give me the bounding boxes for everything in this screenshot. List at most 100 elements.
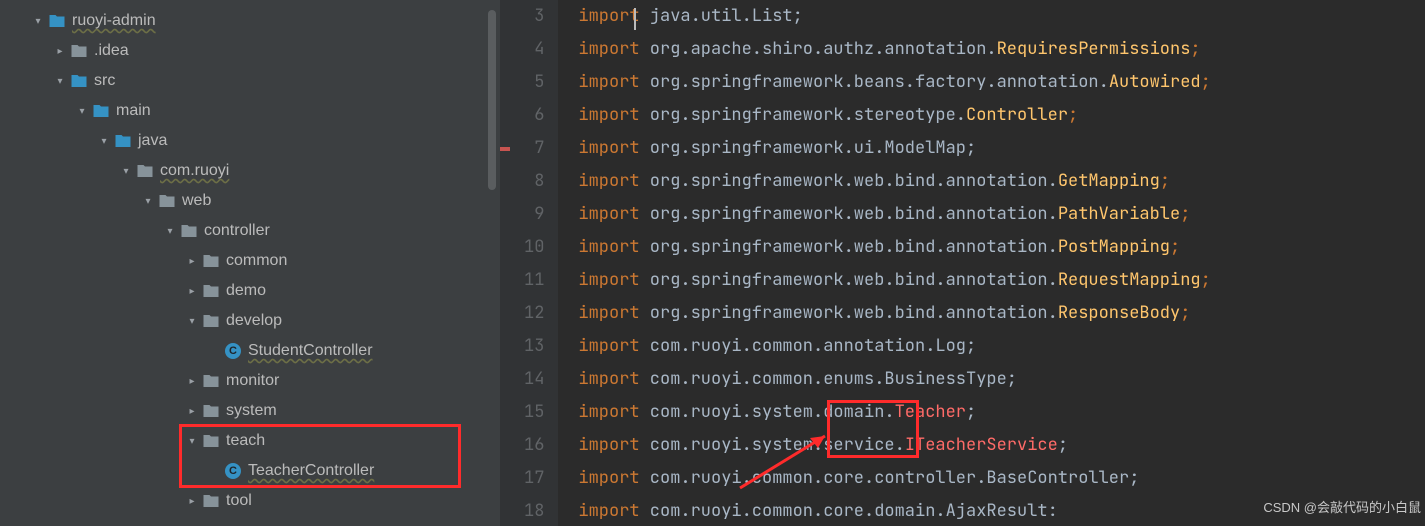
code-line[interactable]: import org.apache.shiro.authz.annotation… <box>578 33 1210 66</box>
code-line[interactable]: import org.springframework.web.bind.anno… <box>578 297 1210 330</box>
folder-icon <box>202 312 220 330</box>
tree-file[interactable]: CStudentController <box>0 336 500 366</box>
tree-folder[interactable]: ▸ demo <box>0 276 500 306</box>
tree-folder[interactable]: ▸ monitor <box>0 366 500 396</box>
code-line[interactable]: import org.springframework.web.bind.anno… <box>578 264 1210 297</box>
token: ; <box>1201 269 1211 291</box>
token: java.util.List; <box>640 5 803 27</box>
annotation-box <box>180 425 460 487</box>
token: org.springframework.web.bind.annotation. <box>640 269 1058 291</box>
line-number: 11 <box>524 264 544 297</box>
tree-folder[interactable]: ▸ tool <box>0 486 500 516</box>
code-line[interactable]: import com.ruoyi.common.core.controller.… <box>578 462 1210 495</box>
code-line[interactable]: import com.ruoyi.common.enums.BusinessTy… <box>578 363 1210 396</box>
chevron-right-icon[interactable]: ▸ <box>184 496 200 507</box>
token: com.ruoyi.common.core.controller.BaseCon… <box>640 467 1140 489</box>
tree-folder[interactable]: ▾src <box>0 66 500 96</box>
code-line[interactable]: import java.util.List; <box>578 0 1210 33</box>
tree-label: develop <box>226 312 282 330</box>
token: import <box>578 170 639 192</box>
token: com.ruoyi.common.core.domain.AjaxResult: <box>640 500 1058 522</box>
chevron-down-icon[interactable]: ▾ <box>184 316 200 327</box>
folder-icon <box>136 162 154 180</box>
line-number: 9 <box>524 198 544 231</box>
tree-folder[interactable]: ▾com.ruoyi <box>0 156 500 186</box>
code-content[interactable]: import java.util.List;import org.apache.… <box>558 0 1210 526</box>
token: com.ruoyi.system.domain. <box>640 401 895 423</box>
token: PostMapping <box>1058 236 1170 258</box>
token: ; <box>1068 104 1078 126</box>
tree-folder[interactable]: ▸ common <box>0 246 500 276</box>
code-line[interactable]: import org.springframework.stereotype.Co… <box>578 99 1210 132</box>
folder-icon <box>114 132 132 150</box>
tree-label: common <box>226 252 287 270</box>
token: ResponseBody <box>1058 302 1180 324</box>
code-line[interactable]: import org.springframework.web.bind.anno… <box>578 165 1210 198</box>
project-tree[interactable]: ▾ruoyi-admin▸.idea▾src▾main▾java▾com.ruo… <box>0 0 500 526</box>
token: import <box>578 203 639 225</box>
chevron-down-icon[interactable]: ▾ <box>118 166 134 177</box>
chevron-right-icon[interactable]: ▸ <box>184 406 200 417</box>
token: com.ruoyi.common.annotation.Log; <box>640 335 977 357</box>
line-number: 8 <box>524 165 544 198</box>
token: Autowired <box>1109 71 1201 93</box>
code-line[interactable]: import com.ruoyi.system.domain.Teacher; <box>578 396 1210 429</box>
line-number: 16 <box>524 429 544 462</box>
token: ; <box>1058 434 1068 456</box>
line-number: 4 <box>524 33 544 66</box>
tree-folder[interactable]: ▾java <box>0 126 500 156</box>
token: GetMapping <box>1058 170 1160 192</box>
tree-label: ruoyi-admin <box>72 12 156 30</box>
caret <box>634 8 636 30</box>
chevron-down-icon[interactable]: ▾ <box>162 226 178 237</box>
chevron-down-icon[interactable]: ▾ <box>30 16 46 27</box>
line-number: 6 <box>524 99 544 132</box>
token: RequestMapping <box>1058 269 1201 291</box>
token: import <box>578 401 639 423</box>
chevron-down-icon[interactable]: ▾ <box>140 196 156 207</box>
chevron-down-icon[interactable]: ▾ <box>96 136 112 147</box>
token: ; <box>966 401 976 423</box>
code-line[interactable]: import com.ruoyi.system.service.ITeacher… <box>578 429 1210 462</box>
tree-label: controller <box>204 222 270 240</box>
tree-folder[interactable]: ▾ ruoyi-admin <box>0 6 500 36</box>
chevron-right-icon[interactable]: ▸ <box>184 376 200 387</box>
code-line[interactable]: import org.springframework.ui.ModelMap; <box>578 132 1210 165</box>
code-line[interactable]: import org.springframework.web.bind.anno… <box>578 231 1210 264</box>
code-editor[interactable]: 3456789101112131415161718 import java.ut… <box>500 0 1425 526</box>
tree-label: demo <box>226 282 266 300</box>
folder-icon <box>158 192 176 210</box>
line-number: 12 <box>524 297 544 330</box>
token: import <box>578 236 639 258</box>
watermark: CSDN @会敲代码的小白鼠 <box>1263 491 1421 524</box>
chevron-right-icon[interactable]: ▸ <box>184 286 200 297</box>
token: org.apache.shiro.authz.annotation. <box>640 38 997 60</box>
token: import <box>578 5 639 27</box>
tree-label: web <box>182 192 211 210</box>
tree-folder[interactable]: ▸.idea <box>0 36 500 66</box>
token: import <box>578 302 639 324</box>
tree-label: monitor <box>226 372 279 390</box>
code-line[interactable]: import org.springframework.web.bind.anno… <box>578 198 1210 231</box>
folder-icon <box>48 12 66 30</box>
scrollbar[interactable] <box>488 10 496 190</box>
tree-folder[interactable]: ▾ develop <box>0 306 500 336</box>
tree-folder[interactable]: ▾ controller <box>0 216 500 246</box>
chevron-down-icon[interactable]: ▾ <box>52 76 68 87</box>
tree-label: tool <box>226 492 252 510</box>
code-line[interactable]: import org.springframework.beans.factory… <box>578 66 1210 99</box>
token: RequiresPermissions <box>997 38 1191 60</box>
chevron-right-icon[interactable]: ▸ <box>52 46 68 57</box>
token: import <box>578 137 639 159</box>
tree-folder[interactable]: ▾ main <box>0 96 500 126</box>
tree-label: StudentController <box>248 342 373 360</box>
code-line[interactable]: import com.ruoyi.common.core.domain.Ajax… <box>578 495 1210 526</box>
tree-folder[interactable]: ▾ web <box>0 186 500 216</box>
chevron-down-icon[interactable]: ▾ <box>74 106 90 117</box>
chevron-right-icon[interactable]: ▸ <box>184 256 200 267</box>
token: org.springframework.beans.factory.annota… <box>640 71 1109 93</box>
tree-folder[interactable]: ▸system <box>0 396 500 426</box>
token: com.ruoyi.common.enums.BusinessType; <box>640 368 1017 390</box>
code-line[interactable]: import com.ruoyi.common.annotation.Log; <box>578 330 1210 363</box>
tree-label: main <box>116 102 151 120</box>
